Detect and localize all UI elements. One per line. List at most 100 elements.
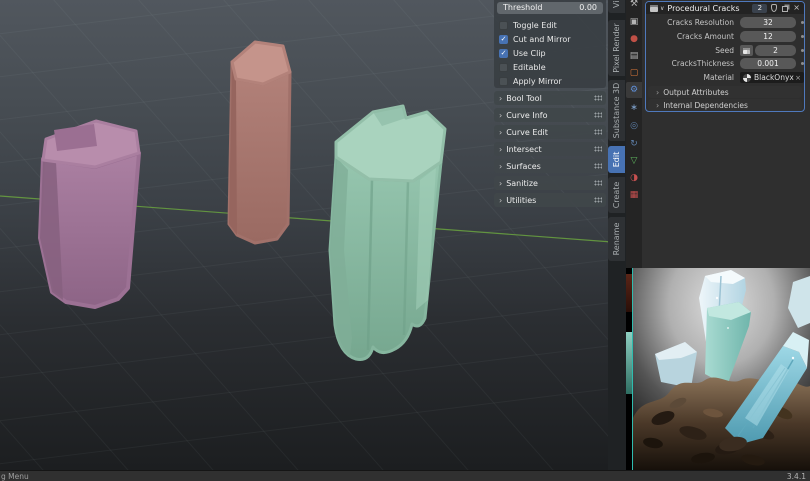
material-selector[interactable]: BlackOnyx ×: [740, 72, 804, 83]
chevron-right-icon: ›: [656, 101, 659, 110]
threshold-label: Threshold: [503, 2, 542, 14]
animate-dot-icon[interactable]: [801, 21, 804, 24]
drag-grip-icon[interactable]: [594, 112, 602, 118]
status-bar: g Menu 3.4.1: [0, 470, 810, 481]
panel-section-sanitize[interactable]: › Sanitize: [494, 176, 606, 190]
panel-section-bool-tool[interactable]: › Bool Tool: [494, 91, 606, 105]
mirror-panel-body: Threshold 0.00 ✓ Toggle Edit ✓ Cut and M…: [494, 0, 606, 88]
physics-properties-icon[interactable]: ◎: [626, 118, 642, 134]
tab-pixel-render[interactable]: Pixel Render: [608, 20, 625, 76]
properties-tab-column: ⚒ ▣ ● ▤ ▢ ⚙ ∗ ◎ ↻ ▽ ◑ ▦: [626, 0, 642, 268]
check-icon: ✓: [501, 36, 507, 43]
field-row: Cracks Resolution 32: [646, 17, 804, 28]
chevron-right-icon: ›: [499, 162, 502, 171]
cracks-thickness-field[interactable]: 0.001: [740, 58, 796, 69]
output-properties-icon[interactable]: ●: [626, 31, 642, 47]
particle-properties-icon[interactable]: ∗: [626, 100, 642, 116]
threshold-value: 0.00: [579, 2, 597, 14]
checkbox-box: ✓: [499, 21, 508, 30]
field-label: Cracks Amount: [650, 32, 740, 41]
texture-properties-icon[interactable]: ▦: [626, 187, 642, 203]
panel-section-curve-info[interactable]: › Curve Info: [494, 108, 606, 122]
material-sphere-icon: [743, 74, 751, 82]
checkbox-box: ✓: [499, 49, 508, 58]
checkbox-editable[interactable]: ✓ Editable: [499, 61, 603, 73]
modifier-title: Procedural Cracks: [667, 4, 752, 13]
close-icon[interactable]: ×: [793, 4, 800, 12]
chevron-right-icon: ›: [499, 111, 502, 120]
modifier-properties-icon[interactable]: ⚙: [626, 82, 642, 98]
material-row: Material BlackOnyx ×: [646, 72, 804, 83]
field-label: CracksThickness: [650, 59, 740, 68]
threshold-slider[interactable]: Threshold 0.00: [497, 2, 603, 14]
object-properties-icon[interactable]: ▢: [626, 65, 642, 81]
3d-viewport[interactable]: Threshold 0.00 ✓ Toggle Edit ✓ Cut and M…: [0, 0, 626, 470]
checkbox-cut-and-mirror[interactable]: ✓ Cut and Mirror: [499, 33, 603, 45]
status-left-text: g Menu: [1, 472, 29, 481]
drag-grip-icon[interactable]: [594, 95, 602, 101]
chevron-right-icon: ›: [499, 94, 502, 103]
seed-input-toggle-icon[interactable]: [740, 45, 753, 56]
drag-grip-icon[interactable]: [594, 180, 602, 186]
animate-dot-icon[interactable]: [801, 35, 804, 38]
fake-user-shield-icon[interactable]: [771, 4, 777, 12]
chevron-right-icon: ›: [499, 179, 502, 188]
tab-create[interactable]: Create: [608, 177, 625, 213]
render-properties-icon[interactable]: ▣: [626, 14, 642, 30]
chevron-right-icon: ›: [499, 128, 502, 137]
panel-section-intersect[interactable]: › Intersect: [494, 142, 606, 156]
drag-grip-icon[interactable]: [594, 163, 602, 169]
field-label: Material: [650, 73, 740, 82]
animate-dot-icon[interactable]: [801, 62, 804, 65]
seed-field[interactable]: 2: [755, 45, 796, 56]
reference-image-editor[interactable]: [626, 268, 810, 470]
check-icon: ✓: [501, 50, 507, 57]
material-properties-icon[interactable]: ◑: [626, 170, 642, 186]
subpanel-internal-dependencies[interactable]: › Internal Dependencies: [648, 99, 802, 111]
crystal-teal[interactable]: [330, 106, 445, 360]
subpanel-output-attributes[interactable]: › Output Attributes: [648, 86, 802, 98]
chevron-right-icon: ›: [656, 88, 659, 97]
tab-view[interactable]: View: [608, 0, 625, 13]
field-label: Cracks Resolution: [650, 18, 740, 27]
field-row: Seed 2: [646, 45, 804, 56]
field-row: CracksThickness 0.001: [646, 58, 804, 69]
users-count-badge: 2: [752, 4, 767, 13]
constraint-properties-icon[interactable]: ↻: [626, 136, 642, 152]
cracks-resolution-field[interactable]: 32: [740, 17, 796, 28]
checkbox-box: ✓: [499, 35, 508, 44]
panel-section-curve-edit[interactable]: › Curve Edit: [494, 125, 606, 139]
properties-editor: ⚒ ▣ ● ▤ ▢ ⚙ ∗ ◎ ↻ ▽ ◑ ▦ ∨ Procedural Cra…: [626, 0, 810, 268]
object-data-properties-icon[interactable]: ▽: [626, 153, 642, 169]
panel-section-surfaces[interactable]: › Surfaces: [494, 159, 606, 173]
checkbox-apply-mirror[interactable]: ✓ Apply Mirror: [499, 75, 603, 87]
animate-dot-icon[interactable]: [801, 49, 804, 52]
drag-grip-icon[interactable]: [594, 129, 602, 135]
drag-grip-icon[interactable]: [594, 146, 602, 152]
chevron-right-icon: ›: [499, 196, 502, 205]
tool-icon[interactable]: ⚒: [626, 0, 642, 12]
modifier-panel-procedural-cracks: ∨ Procedural Cracks 2 × Cracks Resolutio…: [645, 1, 805, 112]
drag-grip-icon[interactable]: [594, 197, 602, 203]
chevron-down-icon[interactable]: ∨: [660, 5, 664, 12]
panel-section-utilities[interactable]: › Utilities: [494, 193, 606, 207]
cracks-amount-field[interactable]: 12: [740, 31, 796, 42]
crystal-purple[interactable]: [40, 121, 139, 307]
checkbox-box: ✓: [499, 77, 508, 86]
modifier-header[interactable]: ∨ Procedural Cracks 2 ×: [646, 2, 804, 14]
clear-material-icon[interactable]: ×: [795, 74, 801, 82]
checkbox-toggle-edit[interactable]: ✓ Toggle Edit: [499, 19, 603, 31]
view-layer-properties-icon[interactable]: ▤: [626, 48, 642, 64]
checkbox-use-clip[interactable]: ✓ Use Clip: [499, 47, 603, 59]
crystal-salmon[interactable]: [229, 42, 290, 243]
tab-edit[interactable]: Edit: [608, 146, 625, 173]
checkbox-box: ✓: [499, 63, 508, 72]
chevron-right-icon: ›: [499, 145, 502, 154]
field-label: Seed: [650, 46, 740, 55]
blender-version: 3.4.1: [787, 472, 806, 481]
aquamarine-reference-photo: [633, 268, 810, 470]
extras-menu-icon[interactable]: [782, 6, 788, 12]
tab-substance-3d[interactable]: Substance 3D: [608, 80, 625, 141]
tab-rename[interactable]: Rename: [608, 217, 625, 261]
blender-window: Threshold 0.00 ✓ Toggle Edit ✓ Cut and M…: [0, 0, 810, 481]
